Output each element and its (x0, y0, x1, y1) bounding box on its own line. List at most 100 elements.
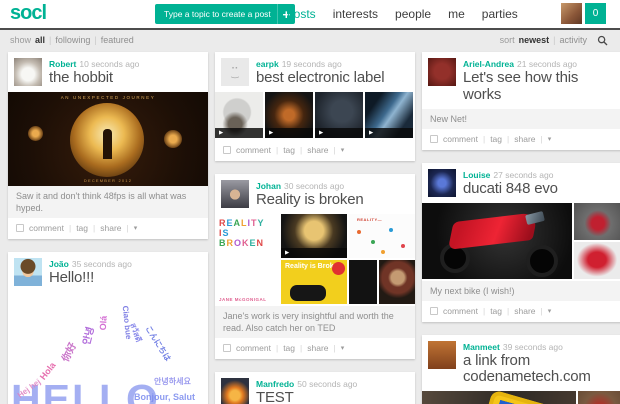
nav-interests[interactable]: interests (333, 7, 378, 21)
post-author[interactable]: Ariel-Andrea (463, 59, 514, 69)
nav-people[interactable]: people (395, 7, 431, 21)
post-title[interactable]: ducati 848 evo (463, 180, 558, 198)
post-author[interactable]: Robert (49, 59, 76, 69)
user-avatar[interactable] (561, 3, 582, 24)
select-checkbox[interactable] (223, 343, 231, 352)
post-author[interactable]: João (49, 259, 69, 269)
post-title[interactable]: the hobbit (49, 69, 139, 87)
filter-all[interactable]: all (35, 35, 45, 45)
hello-word-cloud[interactable]: HELLO Hola 你好 안녕 Olá Ciao bue สวัสดี こんにちは 안녕하세… (8, 291, 208, 404)
more-dropdown-icon[interactable]: ▾ (341, 146, 345, 154)
post-image-collage[interactable]: REALITYISBROKEN JANE McGONIGAL Reality i… (215, 213, 415, 306)
photo-thumb[interactable] (578, 391, 620, 404)
filter-featured[interactable]: featured (101, 35, 134, 45)
motorcycle-thumb[interactable] (574, 202, 620, 240)
avatar[interactable] (428, 58, 456, 86)
play-icon[interactable] (365, 127, 413, 138)
post-header: João 35 seconds ago Hello!!! (8, 252, 208, 292)
more-dropdown-icon[interactable]: ▾ (134, 224, 138, 232)
more-dropdown-icon[interactable]: ▾ (548, 135, 552, 143)
video-thumbnail[interactable] (215, 91, 263, 138)
post-author[interactable]: Johan (256, 181, 281, 191)
post-image-phone[interactable] (422, 391, 620, 404)
share-link[interactable]: share (307, 145, 328, 155)
sort-activity[interactable]: activity (559, 35, 587, 45)
separator (300, 145, 302, 155)
avatar[interactable] (221, 377, 249, 404)
post-title[interactable]: Reality is broken (256, 191, 364, 209)
post-author[interactable]: Louise (463, 170, 490, 180)
cloud-word: Bonjour, Salut (134, 391, 196, 402)
play-icon[interactable] (315, 127, 363, 138)
tag-link[interactable]: tag (283, 343, 295, 353)
video-thumbnail[interactable] (365, 91, 413, 138)
comment-link[interactable]: comment (29, 223, 64, 233)
avatar[interactable] (428, 340, 456, 369)
video-thumbnail[interactable] (315, 91, 363, 138)
select-checkbox[interactable] (430, 306, 438, 315)
tag-link[interactable]: tag (283, 145, 295, 155)
play-icon[interactable] (281, 247, 347, 258)
post-title[interactable]: Let's see how this works (463, 69, 614, 104)
share-link[interactable]: share (514, 306, 535, 316)
tag-link[interactable]: tag (490, 134, 502, 144)
post-card-ducati: Louise 27 seconds ago ducati 848 evo My n… (422, 162, 620, 322)
post-time: 39 seconds ago (502, 341, 563, 352)
video-thumbnail[interactable] (265, 91, 313, 138)
post-author[interactable]: earpk (256, 59, 279, 69)
tag-link[interactable]: tag (490, 306, 502, 316)
speaker-video-tile[interactable] (281, 213, 347, 258)
avatar[interactable] (221, 58, 249, 86)
motorcycle-thumb[interactable] (574, 241, 620, 279)
play-icon[interactable] (215, 127, 263, 138)
more-dropdown-icon[interactable]: ▾ (548, 307, 552, 315)
comment-link[interactable]: comment (443, 134, 478, 144)
share-link[interactable]: share (514, 134, 535, 144)
post-author[interactable]: Manfredo (256, 379, 294, 389)
socl-logo[interactable]: socl (10, 2, 47, 25)
show-label: show (10, 35, 32, 45)
post-footer: comment tag share ▾ (215, 338, 415, 359)
comment-link[interactable]: comment (443, 306, 478, 316)
avatar[interactable] (428, 168, 456, 197)
comment-link[interactable]: comment (236, 343, 271, 353)
nav-me[interactable]: me (448, 7, 465, 21)
dark-tile (349, 259, 377, 304)
post-title[interactable]: TEST (256, 389, 357, 404)
sort-newest[interactable]: newest (519, 35, 550, 45)
hobbit-door-shape (70, 102, 144, 177)
share-link[interactable]: share (100, 223, 121, 233)
poster-tagline: AN UNEXPECTED JOURNEY (60, 94, 156, 100)
post-image-motorcycle[interactable] (422, 202, 620, 281)
tag-link[interactable]: tag (76, 223, 88, 233)
post-time: 27 seconds ago (493, 169, 554, 180)
select-checkbox[interactable] (430, 134, 438, 143)
select-checkbox[interactable] (223, 145, 231, 154)
comment-link[interactable]: comment (236, 145, 271, 155)
post-author[interactable]: Manmeet (463, 342, 500, 352)
cloud-word: 你好 (60, 340, 80, 364)
create-post-button[interactable]: Type a topic to create a post + (155, 4, 295, 24)
post-title[interactable]: a link from codenametech.com (463, 352, 614, 387)
play-icon[interactable] (265, 127, 313, 138)
game-controller-icon (290, 284, 326, 301)
post-card-hello: João 35 seconds ago Hello!!! HELLO Hola 你好… (8, 252, 208, 404)
select-checkbox[interactable] (16, 224, 24, 233)
post-header: earpk19 seconds ago best electronic labe… (215, 52, 415, 92)
avatar[interactable] (14, 58, 42, 86)
more-dropdown-icon[interactable]: ▾ (341, 344, 345, 352)
notification-badge[interactable]: 0 (585, 3, 606, 24)
post-caption: Jane's work is very insightful and worth… (215, 305, 415, 338)
nav-posts[interactable]: posts (287, 7, 316, 21)
share-link[interactable]: share (307, 343, 328, 353)
post-image-hobbit-poster[interactable]: AN UNEXPECTED JOURNEY DECEMBER 2012 (8, 91, 208, 186)
post-title[interactable]: best electronic label (256, 69, 385, 87)
avatar[interactable] (14, 258, 42, 287)
filter-following[interactable]: following (55, 35, 90, 45)
avatar[interactable] (221, 179, 249, 208)
post-caption: New Net! (422, 108, 620, 129)
search-icon[interactable] (597, 35, 608, 46)
separator (49, 35, 51, 45)
post-title[interactable]: Hello!!! (49, 269, 132, 287)
nav-parties[interactable]: parties (482, 7, 518, 21)
